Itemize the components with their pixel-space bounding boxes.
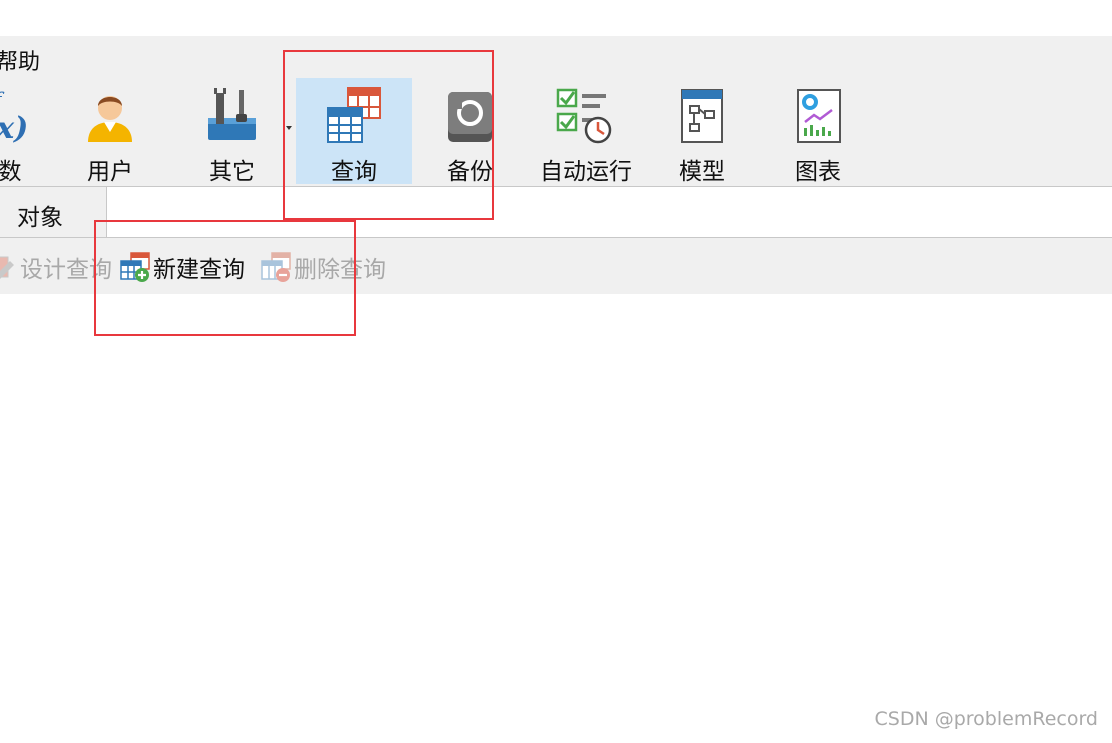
- tool-other-button[interactable]: 其它: [192, 78, 272, 186]
- menu-bar: 帮助: [0, 36, 1112, 78]
- tool-chart-button[interactable]: 图表: [780, 78, 856, 186]
- chart-icon: [788, 84, 848, 146]
- tool-automation-label: 自动运行: [540, 159, 632, 185]
- design-query-icon: [0, 251, 16, 283]
- main-toolbar: (x) f 数 用户: [0, 78, 1112, 187]
- tab-objects-label: 对象: [17, 205, 63, 231]
- tools-icon: [202, 84, 262, 146]
- watermark-text: CSDN @problemRecord: [874, 708, 1098, 730]
- tool-automation-button[interactable]: 自动运行: [534, 78, 638, 186]
- tool-other-label: 其它: [209, 159, 255, 185]
- tool-chart-label: 图表: [795, 159, 841, 185]
- model-icon: [672, 84, 732, 146]
- highlight-box-new-query: [94, 220, 356, 336]
- highlight-box-query-tool: [283, 50, 494, 220]
- function-icon: (x) f: [0, 84, 40, 146]
- tool-model-label: 模型: [679, 159, 725, 185]
- svg-text:(x): (x): [0, 111, 28, 146]
- tab-objects[interactable]: 对象: [0, 187, 107, 237]
- tool-function-label: 数: [0, 159, 22, 185]
- user-icon: [80, 84, 140, 146]
- tool-user-button[interactable]: 用户: [72, 78, 148, 186]
- menu-help[interactable]: 帮助: [0, 44, 40, 76]
- tool-user-label: 用户: [87, 159, 133, 185]
- tool-model-button[interactable]: 模型: [664, 78, 740, 186]
- automation-icon: [556, 84, 616, 146]
- tool-function-button[interactable]: (x) f 数: [0, 78, 50, 186]
- svg-text:f: f: [0, 87, 5, 111]
